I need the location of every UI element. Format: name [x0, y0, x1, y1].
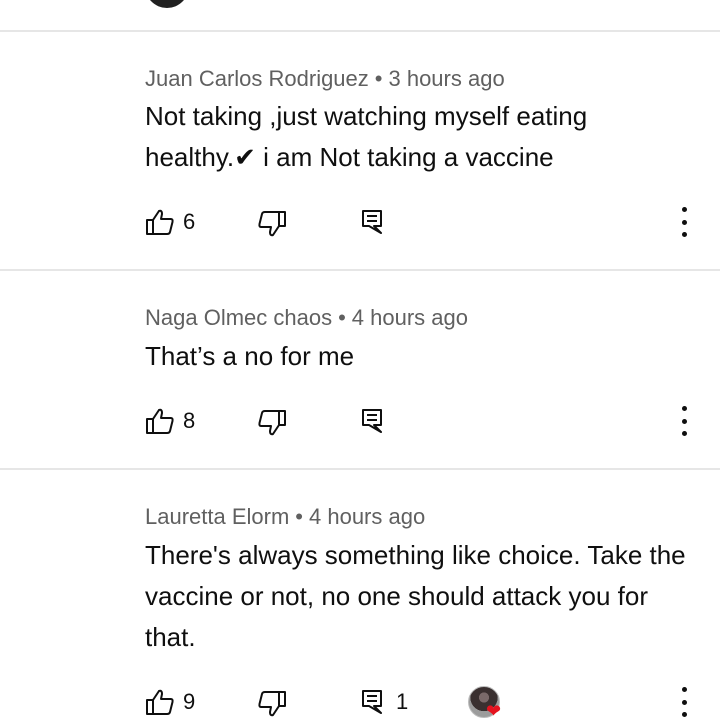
more-options-button[interactable] [672, 207, 696, 237]
thumbs-up-icon [146, 408, 174, 434]
like-count: 6 [183, 209, 196, 234]
heart-icon: ❤ [486, 701, 502, 721]
dislike-button[interactable] [257, 690, 287, 718]
comment-time: 4 hours ago [309, 504, 426, 529]
reply-button[interactable] [360, 407, 384, 435]
reply-icon [362, 210, 382, 234]
comment-author[interactable]: Juan Carlos Rodriguez [145, 66, 369, 91]
comments-page: Juan Carlos Rodriguez • 3 hours ago Not ta… [0, 0, 720, 728]
comment-time: 3 hours ago [388, 66, 505, 91]
reply-icon [362, 409, 382, 433]
creator-heart-badge: ❤ [468, 686, 508, 726]
reply-count: 1 [396, 689, 409, 714]
more-vertical-icon [681, 687, 687, 692]
more-vertical-icon [681, 406, 687, 411]
avatar[interactable] [145, 0, 189, 8]
reply-icon [362, 690, 382, 714]
meta-separator: • [338, 305, 346, 330]
comment-time: 4 hours ago [351, 305, 468, 330]
comment-meta: Juan Carlos Rodriguez • 3 hours ago [145, 66, 505, 92]
reply-button[interactable]: 1 [360, 688, 408, 716]
thumbs-down-icon [258, 691, 286, 717]
comment-author[interactable]: Lauretta Elorm [145, 504, 289, 529]
thumbs-up-icon [146, 209, 174, 235]
comment-text: Not taking ,just watching myself eating … [145, 101, 588, 172]
like-button[interactable]: 6 [145, 208, 195, 236]
more-options-button[interactable] [672, 406, 696, 436]
divider [0, 468, 720, 470]
reply-button[interactable] [360, 208, 384, 236]
like-count: 9 [183, 689, 196, 714]
dislike-button[interactable] [257, 409, 287, 437]
divider [0, 30, 720, 32]
comment-meta: Lauretta Elorm • 4 hours ago [145, 504, 425, 530]
comment-text: That’s a no for me [145, 341, 355, 371]
more-vertical-icon [681, 207, 687, 212]
thumbs-down-icon [258, 410, 286, 436]
thumbs-down-icon [258, 211, 286, 237]
like-button[interactable]: 8 [145, 407, 195, 435]
thumbs-up-icon [146, 689, 174, 715]
meta-separator: • [295, 504, 303, 529]
divider [0, 269, 720, 271]
dislike-button[interactable] [257, 210, 287, 238]
like-count: 8 [183, 408, 196, 433]
comment-meta: Naga Olmec chaos • 4 hours ago [145, 305, 468, 331]
more-options-button[interactable] [672, 687, 696, 717]
meta-separator: • [374, 66, 383, 91]
like-button[interactable]: 9 [145, 688, 195, 716]
comment-author[interactable]: Naga Olmec chaos [145, 305, 332, 330]
comment-text: There's always something like choice. Ta… [145, 540, 686, 652]
